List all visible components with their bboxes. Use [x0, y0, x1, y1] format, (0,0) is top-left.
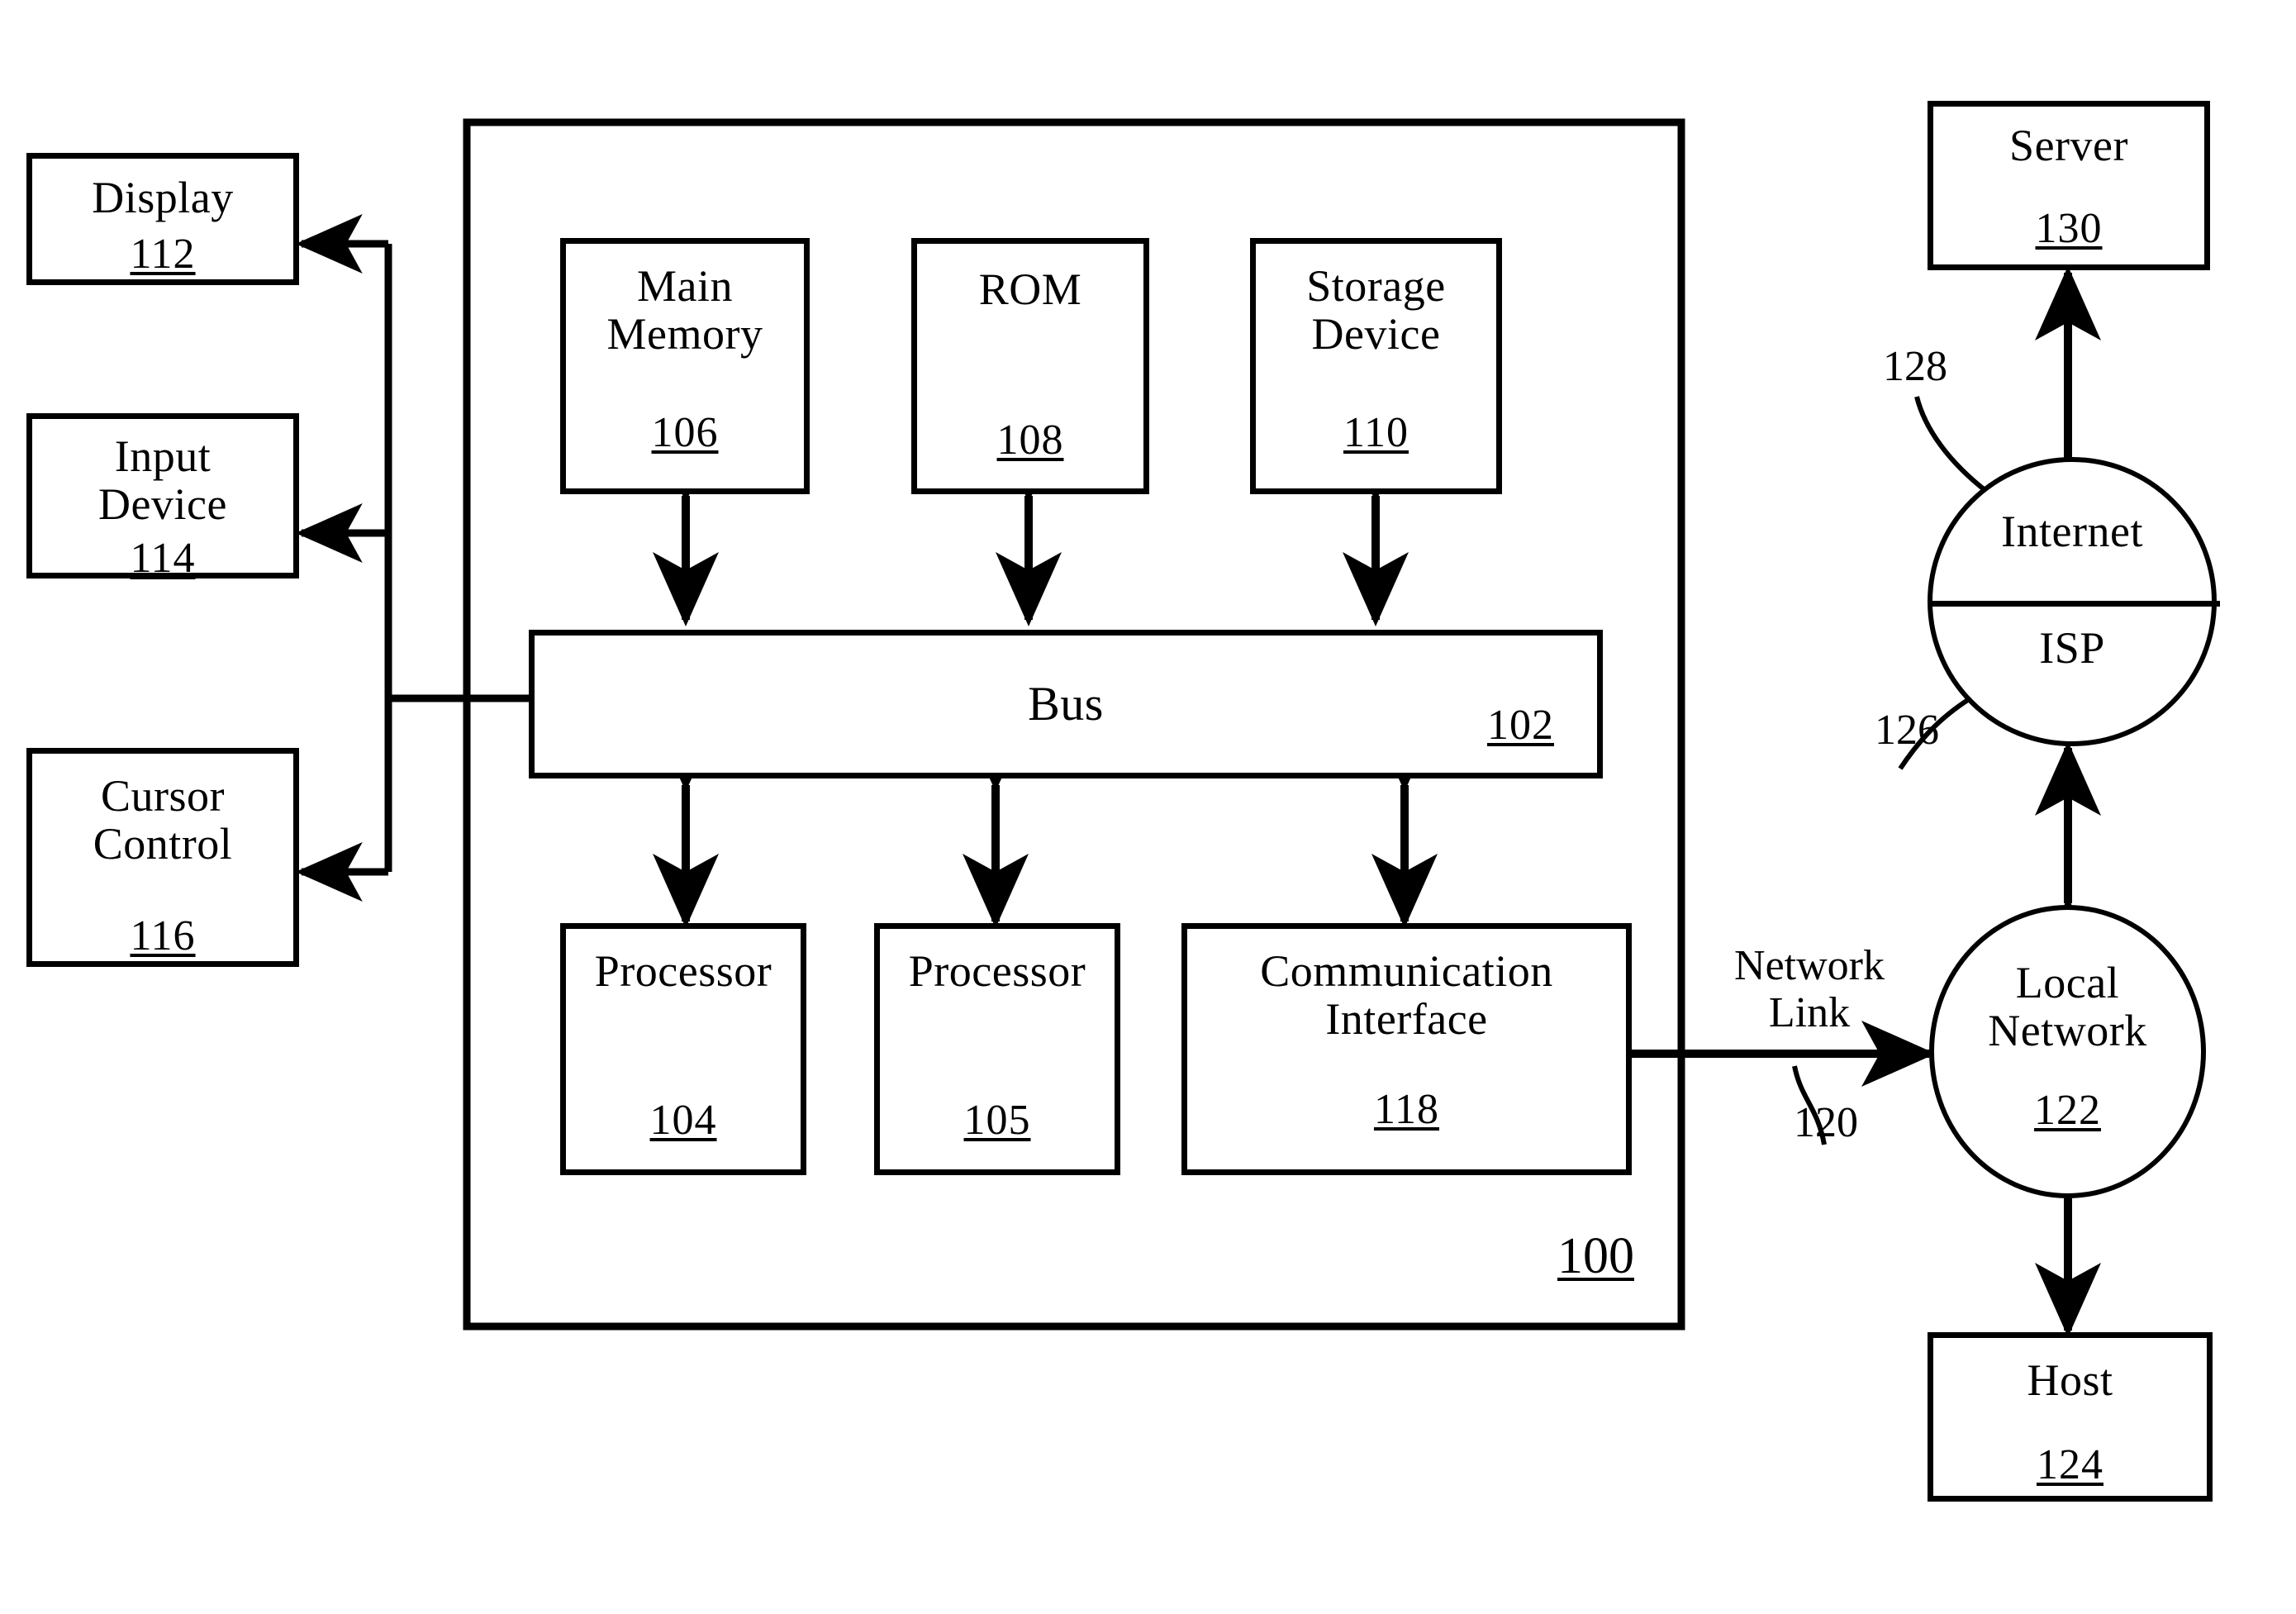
leader-128: [1914, 396, 1989, 494]
communication-interface-label: Communication Interface: [1260, 946, 1553, 1045]
processor-104-label: Processor: [594, 946, 772, 996]
system-ref: 100: [1557, 1228, 1634, 1284]
storage-device-box[interactable]: Storage Device 110: [1250, 238, 1502, 494]
processor-105-ref: 105: [963, 1097, 1031, 1145]
display-label: Display: [92, 173, 234, 222]
processor-104-ref: 104: [649, 1097, 717, 1145]
network-link-label: Network Link: [1734, 942, 1885, 1037]
internet-label: Internet: [2001, 507, 2143, 556]
host-label: Host: [2027, 1355, 2113, 1405]
internet-ref: 128: [1883, 343, 1947, 390]
bus-box[interactable]: Bus: [529, 630, 1603, 778]
storage-device-ref: 110: [1343, 408, 1409, 456]
communication-interface-ref: 118: [1373, 1085, 1440, 1133]
main-memory-box[interactable]: Main Memory 106: [560, 238, 810, 494]
local-network-circle[interactable]: Local Network 122: [1929, 905, 2206, 1198]
display-box[interactable]: Display 112: [26, 153, 299, 285]
cursor-control-label: Cursor Control: [93, 771, 233, 869]
rom-ref: 108: [996, 417, 1064, 464]
patent-figure-canvas: Display 112 Input Device 114 Cursor Cont…: [0, 0, 2296, 1614]
internet-isp-circle[interactable]: Internet ISP: [1928, 457, 2220, 746]
server-label: Server: [2009, 121, 2128, 170]
local-network-label: Local Network: [1988, 957, 2147, 1055]
processor-104-box[interactable]: Processor 104: [560, 923, 806, 1175]
network-link-ref: 120: [1794, 1099, 1858, 1146]
host-box[interactable]: Host 124: [1928, 1332, 2213, 1502]
processor-105-box[interactable]: Processor 105: [874, 923, 1120, 1175]
processor-105-label: Processor: [908, 946, 1086, 996]
server-ref: 130: [2035, 205, 2103, 253]
rom-label: ROM: [978, 264, 1082, 314]
local-network-ref: 122: [2034, 1087, 2101, 1135]
server-box[interactable]: Server 130: [1928, 101, 2210, 270]
input-device-box[interactable]: Input Device 114: [26, 413, 299, 582]
internet-isp-divider: [1929, 601, 2220, 607]
communication-interface-box[interactable]: Communication Interface 118: [1181, 923, 1632, 1175]
main-memory-label: Main Memory: [606, 261, 763, 359]
storage-device-label: Storage Device: [1306, 261, 1446, 359]
display-ref: 112: [130, 231, 196, 279]
host-ref: 124: [2037, 1441, 2103, 1489]
isp-ref: 126: [1875, 707, 1939, 754]
isp-label: ISP: [2039, 623, 2105, 673]
main-memory-ref: 106: [651, 408, 719, 456]
cursor-control-box[interactable]: Cursor Control 116: [26, 748, 299, 967]
input-device-ref: 114: [130, 534, 196, 582]
bus-ref: 102: [1487, 702, 1554, 749]
cursor-control-ref: 116: [130, 912, 196, 959]
rom-box[interactable]: ROM 108: [911, 238, 1149, 494]
input-device-label: Input Device: [98, 431, 227, 530]
bus-label: Bus: [1028, 676, 1104, 731]
